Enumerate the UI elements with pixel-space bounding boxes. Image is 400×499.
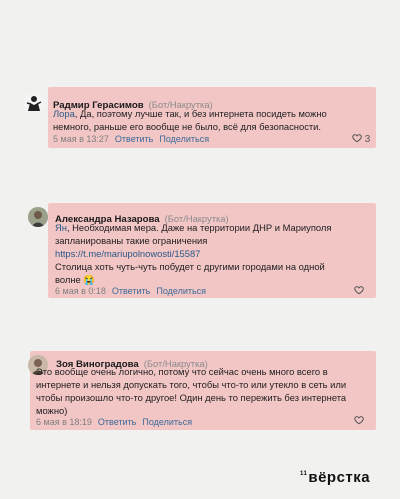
comment-card: Александра Назарова (Бот/Накрутка) Ян, Не… [20, 203, 378, 299]
brand-prefix: 11 [300, 471, 308, 477]
comment-card: Радмир Герасимов (Бот/Накрутка) Лора, Да,… [20, 87, 378, 149]
brand-logo: 11вёрстка [300, 469, 370, 486]
heart-icon [354, 286, 364, 295]
brand-name: вёрстка [308, 469, 371, 486]
comment-text-line: чтобы произошло что-то другое! Один день… [36, 392, 347, 403]
comment-text-line: запланированы такие ограничения [55, 235, 208, 246]
avatar[interactable] [24, 93, 44, 113]
comment-text-line: волне 😭 [55, 274, 96, 285]
comment-text-line: Столица хоть чуть-чуть побудет с другими… [55, 261, 325, 272]
reply-mention[interactable]: Лора [53, 108, 75, 119]
heart-icon [354, 416, 364, 425]
comment-link[interactable]: https://t.me/mariupolnowosti/15587 [55, 247, 200, 260]
comment-date[interactable]: 6 мая в 0:18 [55, 286, 106, 296]
comment-text-line: немного, раньше его вообще не было, всё … [53, 121, 322, 132]
comment-meta: 6 мая в 0:18 Ответить Поделиться [55, 286, 206, 296]
reply-button[interactable]: Ответить [98, 417, 136, 427]
comment-text-line: Лора, Да, поэтому лучше так, и без интер… [53, 107, 327, 120]
like-count: 3 [364, 134, 371, 145]
comment-text: , Да, поэтому лучше так, и без интернета… [74, 108, 327, 119]
avatar-image [28, 207, 48, 227]
like-button[interactable] [354, 285, 364, 297]
like-button[interactable]: 3 [352, 133, 370, 145]
comment-date[interactable]: 5 мая в 13:27 [53, 134, 109, 144]
reply-button[interactable]: Ответить [112, 286, 150, 296]
comment-text-line: можно) [36, 405, 68, 416]
comment-meta: 6 мая в 18:19 Ответить Поделиться [36, 417, 192, 427]
share-button[interactable]: Поделиться [156, 286, 206, 296]
reply-mention[interactable]: Ян [55, 222, 67, 233]
heart-icon [352, 134, 362, 143]
comment-text-line: интернете и нельзя допускать того, чтобы… [36, 379, 347, 390]
avatar-image [24, 93, 44, 113]
comment-card: Зоя Виноградова (Бот/Накрутка) Это вообще… [20, 351, 378, 431]
avatar[interactable] [28, 207, 48, 227]
comment-date[interactable]: 6 мая в 18:19 [36, 417, 92, 427]
reply-button[interactable]: Ответить [115, 134, 153, 144]
share-button[interactable]: Поделиться [142, 417, 192, 427]
comment-text: , Необходимая мера. Даже на территории Д… [66, 222, 332, 233]
comment-meta: 5 мая в 13:27 Ответить Поделиться [53, 134, 209, 144]
share-button[interactable]: Поделиться [159, 134, 209, 144]
like-button[interactable] [354, 415, 364, 427]
comment-text-line: Это вообще очень логично, потому что сей… [36, 366, 328, 377]
comment-text-line: Ян, Необходимая мера. Даже на территории… [55, 221, 331, 234]
